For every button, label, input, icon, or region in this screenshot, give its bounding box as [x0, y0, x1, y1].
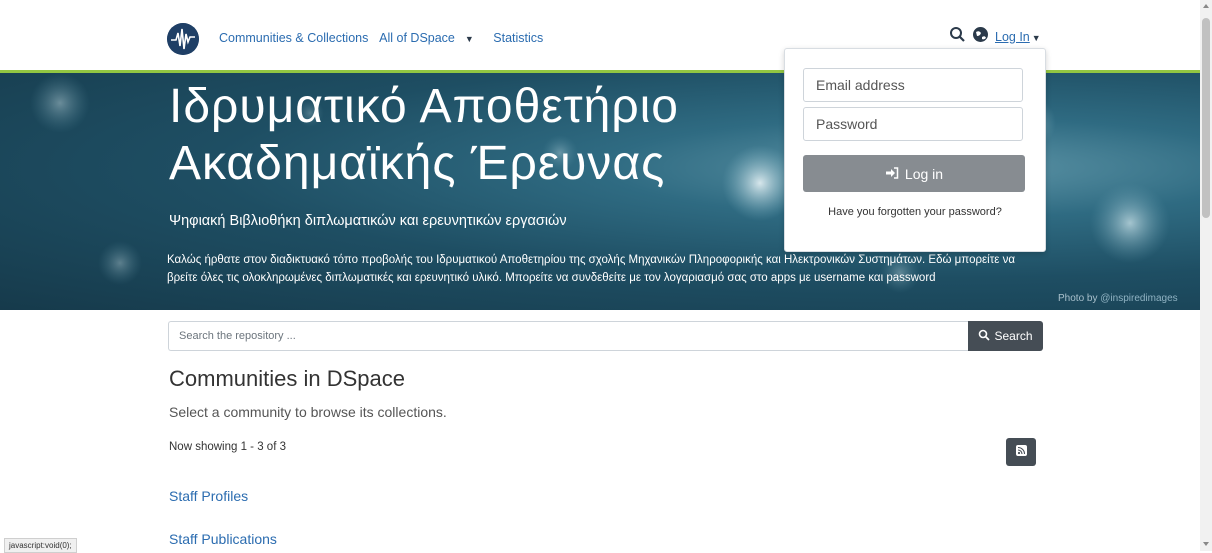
sign-in-icon: [885, 166, 899, 182]
banner-description: Καλώς ήρθατε στον διαδικτυακό τόπο προβο…: [167, 254, 1015, 284]
search-input[interactable]: Search the repository ...: [168, 321, 969, 351]
email-field[interactable]: Email address: [803, 68, 1023, 102]
banner-subtitle: Ψηφιακή Βιβλιοθήκη διπλωματικών και ερευ…: [169, 213, 567, 229]
results-count: Now showing 1 - 3 of 3: [169, 441, 286, 453]
password-field[interactable]: Password: [803, 107, 1023, 141]
login-dropdown: Email address Password Log in Have you f…: [784, 48, 1046, 252]
login-submit-label: Log in: [904, 165, 944, 182]
globe-icon[interactable]: [972, 26, 989, 48]
banner-title: Ιδρυματικό Αποθετήριο Ακαδημαϊκής Έρευνα…: [169, 78, 679, 192]
search-icon[interactable]: [949, 26, 966, 48]
scrollbar-thumb[interactable]: [1202, 18, 1210, 218]
forgot-password-link[interactable]: Have you forgotten your password?: [785, 206, 1045, 218]
search-placeholder: Search the repository ...: [179, 330, 296, 342]
nav-statistics[interactable]: Statistics: [493, 31, 543, 45]
banner-title-line1: Ιδρυματικό Αποθετήριο: [169, 80, 679, 133]
community-link-staff-publications[interactable]: Staff Publications: [169, 531, 277, 547]
nav-all-of-dspace-label: All of DSpace: [379, 31, 455, 45]
nav-communities-collections[interactable]: Communities & Collections: [219, 31, 368, 45]
rss-icon: [1015, 443, 1027, 461]
page-title: Communities in DSpace: [169, 366, 405, 391]
login-dropdown-toggle[interactable]: Log In ▼: [995, 28, 1041, 46]
photo-credit-link[interactable]: @inspiredimages: [1100, 293, 1177, 304]
password-placeholder: Password: [816, 116, 878, 132]
page-scrollbar[interactable]: [1200, 0, 1212, 551]
caret-down-icon: ▼: [464, 34, 474, 44]
community-link-staff-profiles[interactable]: Staff Profiles: [169, 488, 248, 504]
login-submit-button[interactable]: Log in: [803, 155, 1025, 192]
search-button-label: Search: [994, 329, 1033, 343]
login-link: Log In: [995, 30, 1030, 44]
header-actions: Log In ▼: [949, 25, 1041, 49]
search-button[interactable]: Search: [968, 321, 1043, 351]
banner-title-line2: Ακαδημαϊκής Έρευνας: [169, 137, 666, 190]
scroll-down-arrow-icon[interactable]: [1203, 542, 1209, 546]
email-placeholder: Email address: [816, 77, 905, 93]
main-nav: Communities & Collections All of DSpace ▼…: [219, 31, 551, 45]
nav-all-of-dspace[interactable]: All of DSpace ▼: [379, 31, 482, 45]
photo-credit-prefix: Photo by: [1058, 293, 1098, 304]
rss-feed-button[interactable]: [1006, 438, 1036, 466]
caret-down-icon: ▼: [1031, 33, 1041, 43]
photo-credit: Photo by @inspiredimages: [1058, 293, 1178, 304]
search-icon: [978, 329, 991, 344]
scroll-up-arrow-icon[interactable]: [1203, 4, 1209, 8]
dspace-logo[interactable]: [167, 23, 199, 55]
page-subtitle: Select a community to browse its collect…: [169, 404, 447, 420]
